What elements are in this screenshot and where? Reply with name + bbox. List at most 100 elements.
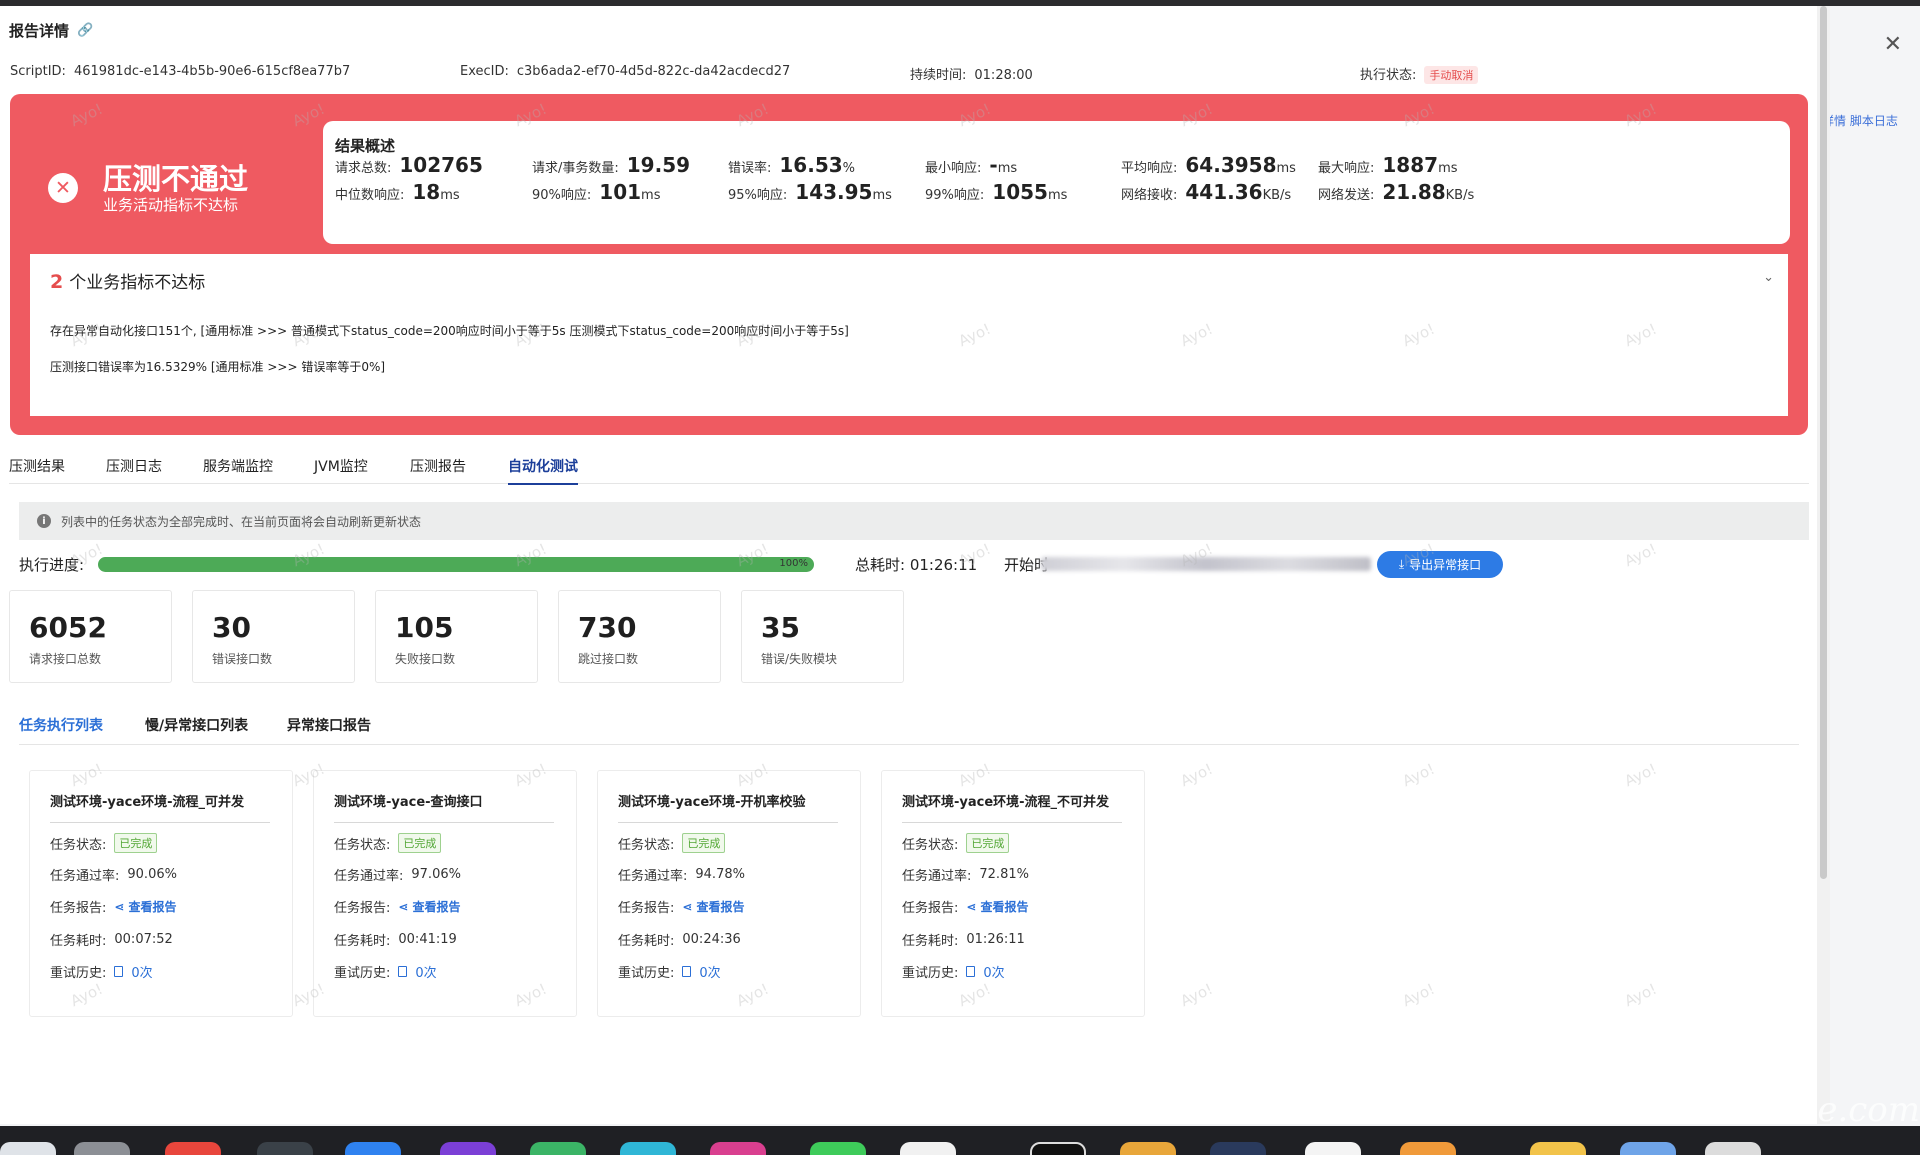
- task-status-row: 任务状态: 已完成: [618, 833, 726, 853]
- launchpad-icon[interactable]: [74, 1142, 130, 1155]
- folder-icon[interactable]: [1620, 1142, 1676, 1155]
- stat-value: 730: [578, 611, 637, 644]
- tab-server-monitor[interactable]: 服务端监控: [203, 456, 273, 476]
- task-duration-row: 任务耗时: 00:41:19: [334, 932, 457, 949]
- metric-value: 102765: [399, 153, 483, 177]
- status-badge: 已完成: [114, 833, 158, 853]
- pass-rate-value: 94.78%: [695, 867, 745, 882]
- metric-value: 101: [599, 180, 642, 204]
- metric-unit: ms: [1047, 188, 1068, 203]
- subtab-abnormal-report[interactable]: 异常接口报告: [287, 715, 371, 735]
- stat-card: 35 错误/失败模块: [741, 590, 904, 683]
- subtab-task-list[interactable]: 任务执行列表: [19, 715, 103, 735]
- stat-label: 错误/失败模块: [761, 652, 838, 666]
- retry-history-link[interactable]: 0次: [114, 962, 153, 981]
- background-links[interactable]: 详情 脚本日志: [1822, 112, 1898, 129]
- app-icon[interactable]: [440, 1142, 496, 1155]
- app-icon[interactable]: [1120, 1142, 1176, 1155]
- task-retry-row: 重试历史: 0次: [50, 962, 153, 981]
- scrollbar[interactable]: [1817, 6, 1830, 1124]
- view-report-link[interactable]: ⋖ 查看报告: [114, 898, 176, 915]
- task-title: 测试环境-yace环境-流程_可并发: [50, 791, 270, 823]
- metric-label: 中位数响应:: [335, 188, 405, 203]
- task-card: 测试环境-yace环境-开机率校验 任务状态: 已完成 任务通过率: 94.78% 任务报…: [597, 770, 861, 1017]
- fail-x-icon: ✕: [48, 173, 78, 203]
- metric-unit: ms: [872, 188, 892, 203]
- idea-icon[interactable]: [710, 1142, 766, 1155]
- app-icon[interactable]: [1400, 1142, 1456, 1155]
- share-icon: ⋖: [682, 899, 693, 914]
- notes-icon[interactable]: [900, 1142, 956, 1155]
- stat-value: 105: [395, 611, 454, 644]
- scrollbar-thumb[interactable]: [1820, 6, 1827, 879]
- watermark-text: Ayo!: [1399, 759, 1438, 791]
- finder-icon[interactable]: [0, 1142, 56, 1155]
- task-retry-row: 重试历史: 0次: [618, 962, 721, 981]
- safari-icon[interactable]: [257, 1142, 313, 1155]
- view-report-link[interactable]: ⋖ 查看报告: [682, 898, 744, 915]
- task-title: 测试环境-yace环境-开机率校验: [618, 791, 838, 823]
- tab-results[interactable]: 压测结果: [9, 456, 65, 476]
- app-icon[interactable]: [1305, 1142, 1361, 1155]
- metric-unit: KB/s: [1262, 188, 1292, 203]
- task-report-row: 任务报告: ⋖ 查看报告: [334, 898, 461, 917]
- pycharm-icon[interactable]: [530, 1142, 586, 1155]
- watermark-text: Ayo!: [1621, 979, 1660, 1011]
- progress-bar: 100%: [98, 557, 814, 572]
- app-icon[interactable]: [1210, 1142, 1266, 1155]
- macos-dock: [0, 1126, 1920, 1155]
- retry-history-link[interactable]: 0次: [682, 962, 721, 981]
- webstorm-icon[interactable]: [620, 1142, 676, 1155]
- terminal-icon[interactable]: [1030, 1142, 1086, 1155]
- total-time: 总耗时: 01:26:11: [855, 556, 978, 574]
- view-report-link[interactable]: ⋖ 查看报告: [966, 898, 1028, 915]
- task-pass-rate-row: 任务通过率: 90.06%: [50, 867, 177, 884]
- task-title: 测试环境-yace环境-流程_不可并发: [902, 791, 1122, 823]
- progress-fill: [98, 557, 814, 572]
- subtab-slow-interfaces[interactable]: 慢/异常接口列表: [145, 715, 248, 735]
- metric-item: 最小响应: -ms: [925, 153, 1017, 177]
- pass-rate-value: 90.06%: [127, 867, 177, 882]
- task-duration-row: 任务耗时: 00:07:52: [50, 932, 173, 949]
- metric-value: 143.95: [795, 180, 873, 204]
- folder-icon[interactable]: [1530, 1142, 1586, 1155]
- tab-logs[interactable]: 压测日志: [106, 456, 162, 476]
- wechat-icon[interactable]: [810, 1142, 866, 1155]
- duration-value: 00:24:36: [682, 932, 741, 947]
- chevron-down-icon[interactable]: ⌄: [1763, 270, 1774, 285]
- document-icon: [398, 966, 408, 977]
- task-status-row: 任务状态: 已完成: [902, 833, 1010, 853]
- chrome-icon[interactable]: [165, 1142, 221, 1155]
- status-badge: 已完成: [398, 833, 442, 853]
- metric-value: 21.88: [1382, 180, 1446, 204]
- watermark-text: Ayo!: [1621, 759, 1660, 791]
- close-icon[interactable]: ✕: [1884, 32, 1902, 57]
- stat-card: 30 错误接口数: [192, 590, 355, 683]
- metric-label: 请求/事务数量:: [532, 161, 619, 176]
- tab-jvm-monitor[interactable]: JVM监控: [314, 456, 368, 476]
- retry-history-link[interactable]: 0次: [398, 962, 437, 981]
- stat-label: 错误接口数: [212, 652, 273, 666]
- metric-unit: ms: [997, 161, 1018, 176]
- pass-rate-value: 72.81%: [979, 867, 1029, 882]
- trash-icon[interactable]: [1705, 1142, 1761, 1155]
- link-icon[interactable]: 🔗: [77, 23, 93, 38]
- download-icon: ⤓: [1398, 557, 1405, 571]
- tab-report[interactable]: 压测报告: [410, 456, 466, 476]
- retry-history-link[interactable]: 0次: [966, 962, 1005, 981]
- tab-automation-test[interactable]: 自动化测试: [508, 456, 578, 485]
- view-report-link[interactable]: ⋖ 查看报告: [398, 898, 460, 915]
- export-abnormal-button[interactable]: ⤓ 导出异常接口: [1377, 551, 1503, 578]
- fail-reason: 压测接口错误率为16.5329% [通用标准 >>> 错误率等于0%]: [50, 360, 386, 374]
- stat-value: 35: [761, 611, 800, 644]
- metric-item: 错误率: 16.53%: [728, 153, 855, 177]
- drawer-title-text: 报告详情: [9, 22, 70, 40]
- watermark-text: Ayo!: [1399, 979, 1438, 1011]
- info-text: 列表中的任务状态为全部完成时、在当前页面将会自动刷新更新状态: [61, 514, 422, 529]
- mail-icon[interactable]: [345, 1142, 401, 1155]
- progress-percent: 100%: [779, 558, 808, 569]
- metric-unit: KB/s: [1445, 188, 1475, 203]
- fail-reason: 存在异常自动化接口151个, [通用标准 >>> 普通模式下status_cod…: [50, 324, 849, 338]
- task-retry-row: 重试历史: 0次: [334, 962, 437, 981]
- metric-value: 1055: [992, 180, 1048, 204]
